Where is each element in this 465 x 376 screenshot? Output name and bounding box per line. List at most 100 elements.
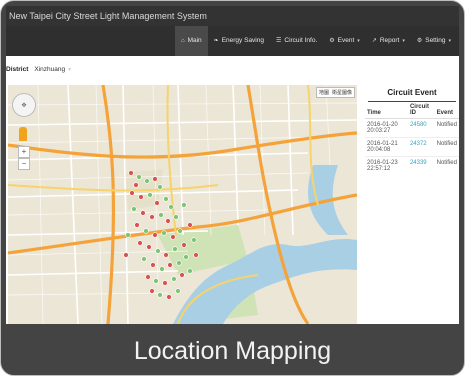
street-light-marker-alert[interactable] [133, 182, 139, 188]
street-light-marker-alert[interactable] [154, 200, 160, 206]
nav-item-report[interactable]: ↗ Report ▾ [366, 26, 411, 56]
street-light-marker-normal[interactable] [125, 232, 131, 238]
street-light-marker-alert[interactable] [140, 210, 146, 216]
app-window: New Taipei City Street Light Management … [6, 6, 459, 324]
street-light-marker-normal[interactable] [181, 202, 187, 208]
street-light-marker-normal[interactable] [136, 174, 142, 180]
street-light-marker-normal[interactable] [187, 268, 193, 274]
street-light-marker-alert[interactable] [149, 288, 155, 294]
event-circuit-id[interactable]: 24372 [407, 137, 435, 157]
street-light-marker-alert[interactable] [149, 214, 155, 220]
street-light-marker-alert[interactable] [193, 252, 199, 258]
nav-label: Report [379, 37, 400, 44]
street-light-marker-alert[interactable] [167, 262, 173, 268]
street-light-marker-normal[interactable] [172, 246, 178, 252]
zoom-out-button[interactable]: − [18, 158, 30, 170]
street-light-map[interactable]: 地圖 衛星圖像 ✥ + − [8, 85, 357, 324]
street-light-marker-alert[interactable] [137, 240, 143, 246]
leaf-icon: ❧ [213, 38, 219, 44]
street-light-marker-alert[interactable] [129, 190, 135, 196]
street-light-marker-alert[interactable] [179, 272, 185, 278]
street-light-marker-alert[interactable] [162, 280, 168, 286]
street-light-marker-alert[interactable] [181, 242, 187, 248]
nav-item-setting[interactable]: ⚙ Setting ▾ [411, 26, 457, 56]
street-light-marker-alert[interactable] [152, 232, 158, 238]
circuit-event-title: Circuit Event [368, 85, 456, 102]
nav-item-event[interactable]: ⚙ Event ▾ [323, 26, 366, 56]
circuit-event-table: Time Circuit ID Event 2016-01-20 20:03:2… [365, 102, 459, 175]
list-icon: ☰ [275, 38, 282, 44]
nav-label: Event [337, 37, 355, 44]
event-status: Notified [434, 156, 459, 175]
event-status: Notified [434, 137, 459, 157]
street-light-marker-normal[interactable] [153, 278, 159, 284]
street-light-marker-normal[interactable] [163, 196, 169, 202]
nav-item-energy-saving[interactable]: ❧ Energy Saving [208, 26, 270, 56]
street-light-marker-normal[interactable] [143, 228, 149, 234]
street-view-pegman-icon[interactable] [19, 127, 27, 141]
table-row[interactable]: 2016-01-21 20:04:08 24372 Notified [365, 137, 459, 157]
top-navbar: ⌂ Main ❧ Energy Saving ☰ Circuit Info. ⚙ Event ▾… [6, 26, 459, 56]
zoom-in-button[interactable]: + [18, 146, 30, 158]
nav-item-circuit-info[interactable]: ☰ Circuit Info. [270, 26, 323, 56]
nav-label: Setting [425, 37, 446, 44]
street-light-marker-normal[interactable] [175, 288, 181, 294]
chevron-down-icon: ▼ [67, 66, 73, 73]
event-time: 2016-01-20 20:03:27 [365, 118, 408, 138]
street-light-marker-alert[interactable] [128, 170, 134, 176]
street-light-marker-normal[interactable] [141, 256, 147, 262]
nav-label: Circuit Info. [284, 37, 318, 44]
map-type-satellite[interactable]: 衛星圖像 [332, 89, 352, 96]
street-light-marker-normal[interactable] [131, 206, 137, 212]
street-light-marker-normal[interactable] [176, 260, 182, 266]
event-circuit-id[interactable]: 24339 [407, 156, 435, 175]
map-canvas [8, 85, 357, 324]
nav-label: Energy Saving [221, 37, 264, 44]
street-light-marker-normal[interactable] [171, 276, 177, 282]
street-light-marker-alert[interactable] [152, 176, 158, 182]
street-light-marker-alert[interactable] [150, 262, 156, 268]
street-light-marker-alert[interactable] [146, 244, 152, 250]
gear-icon: ⚙ [416, 38, 423, 44]
street-light-marker-normal[interactable] [158, 212, 164, 218]
caret-down-icon: ▾ [402, 38, 405, 44]
street-light-marker-normal[interactable] [157, 292, 163, 298]
street-light-marker-alert[interactable] [145, 274, 151, 280]
street-light-marker-alert[interactable] [166, 294, 172, 300]
street-light-marker-normal[interactable] [147, 192, 153, 198]
circuit-event-panel: Circuit Event Time Circuit ID Event 2016… [365, 85, 459, 205]
street-light-marker-normal[interactable] [177, 228, 183, 234]
nav-label: Main [187, 37, 202, 44]
street-light-marker-alert[interactable] [134, 222, 140, 228]
event-circuit-id[interactable]: 24580 [407, 118, 435, 138]
table-row[interactable]: 2016-01-20 20:03:27 24580 Notified [365, 118, 459, 138]
home-icon: ⌂ [180, 38, 185, 44]
street-light-marker-normal[interactable] [173, 214, 179, 220]
nav-item-main[interactable]: ⌂ Main [174, 26, 208, 56]
street-light-marker-normal[interactable] [159, 266, 165, 272]
street-light-marker-normal[interactable] [161, 230, 167, 236]
street-light-marker-alert[interactable] [123, 252, 129, 258]
pan-control-icon[interactable]: ✥ [12, 93, 36, 117]
district-select[interactable]: Xinzhuang ▼ [34, 66, 72, 73]
map-type-control: 地圖 衛星圖像 [315, 87, 355, 98]
street-light-marker-normal[interactable] [191, 237, 197, 243]
chart-icon: ↗ [371, 38, 377, 44]
street-light-marker-alert[interactable] [165, 218, 171, 224]
event-time: 2016-01-23 22:57:12 [365, 156, 408, 175]
street-light-marker-normal[interactable] [144, 178, 150, 184]
street-light-marker-alert[interactable] [163, 252, 169, 258]
street-light-marker-alert[interactable] [170, 234, 176, 240]
column-header-event: Event [434, 102, 459, 119]
table-row[interactable]: 2016-01-23 22:57:12 24339 Notified [365, 156, 459, 175]
map-type-map[interactable]: 地圖 [319, 89, 329, 96]
street-light-marker-normal[interactable] [183, 254, 189, 260]
app-title: New Taipei City Street Light Management … [6, 6, 459, 26]
street-light-marker-alert[interactable] [138, 194, 144, 200]
screenshot-frame: New Taipei City Street Light Management … [0, 0, 465, 376]
street-light-marker-normal[interactable] [157, 184, 163, 190]
street-light-marker-normal[interactable] [168, 204, 174, 210]
street-light-marker-normal[interactable] [155, 248, 161, 254]
street-light-marker-alert[interactable] [187, 222, 193, 228]
event-time: 2016-01-21 20:04:08 [365, 137, 408, 157]
